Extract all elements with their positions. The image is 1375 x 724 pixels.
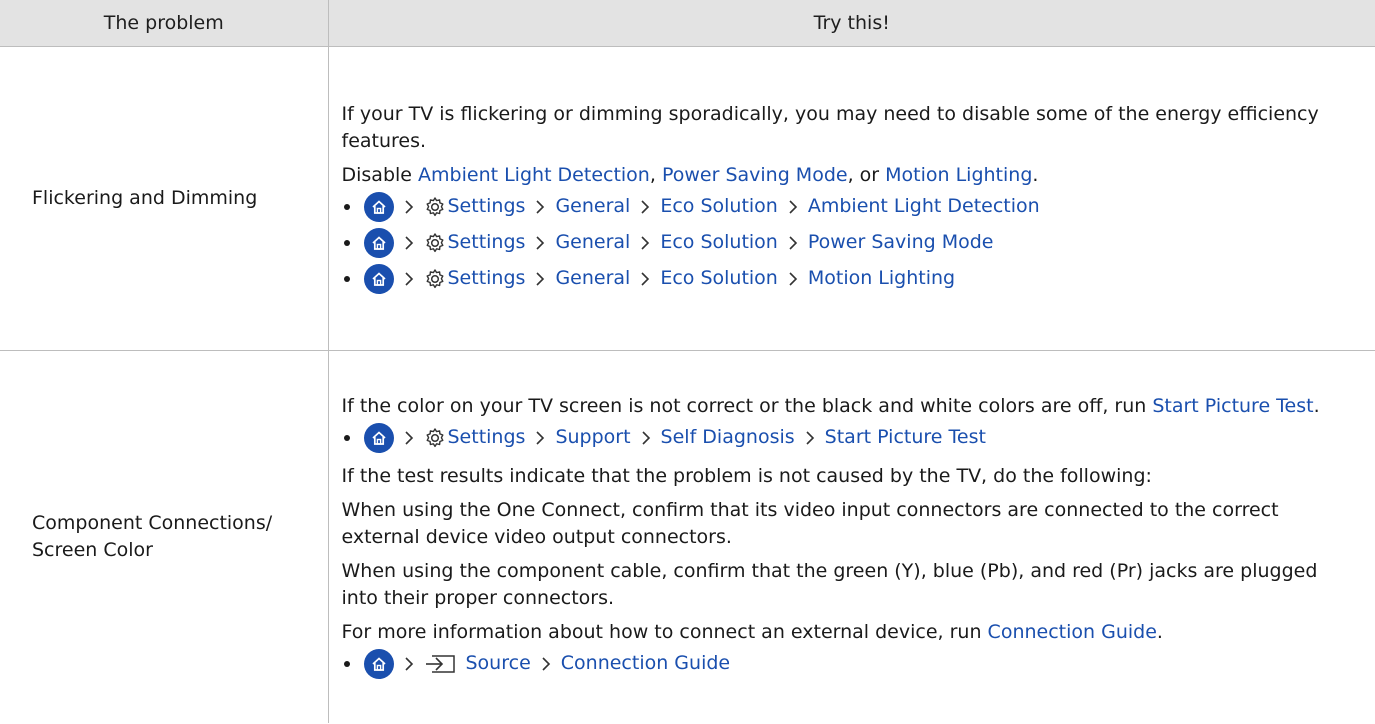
solution-cell: If the color on your TV screen is not co… — [328, 351, 1375, 724]
link-ambient-light-detection[interactable]: Ambient Light Detection — [418, 164, 650, 186]
path-settings[interactable]: Settings — [448, 424, 526, 451]
path-start-picture-test[interactable]: Start Picture Test — [825, 424, 986, 451]
component-cable-text: When using the component cable, confirm … — [341, 559, 1318, 609]
path-settings[interactable]: Settings — [448, 193, 526, 220]
home-icon — [363, 227, 394, 258]
table-row: Flickering and Dimming If your TV is fli… — [0, 46, 1375, 351]
header-problem: The problem — [0, 0, 329, 47]
home-icon — [363, 191, 394, 222]
path-general[interactable]: General — [555, 229, 630, 256]
table-row: Component Connections/ Screen Color If t… — [0, 350, 1375, 724]
chevron-right-icon — [404, 199, 414, 215]
path-source[interactable]: Source — [466, 650, 531, 677]
path-general[interactable]: General — [555, 265, 630, 292]
home-icon — [363, 263, 394, 294]
bullet — [343, 434, 350, 441]
path-settings[interactable]: Settings — [448, 229, 526, 256]
menu-path: Settings General Eco Solution Power Savi… — [342, 225, 1358, 261]
path-self-diagnosis[interactable]: Self Diagnosis — [661, 424, 795, 451]
problem-label-line1: Component Connections/ — [32, 512, 273, 534]
one-connect-text: When using the One Connect, confirm that… — [341, 498, 1279, 548]
gear-icon — [424, 232, 446, 254]
chevron-right-icon — [535, 199, 545, 215]
path-eco-solution[interactable]: Eco Solution — [660, 229, 778, 256]
troubleshooting-table: The problem Try this! Flickering and Dim… — [0, 0, 1375, 723]
gear-icon — [424, 268, 446, 290]
problem-label: Flickering and Dimming — [32, 187, 258, 209]
problem-label-line2: Screen Color — [32, 539, 153, 561]
link-connection-guide[interactable]: Connection Guide — [988, 621, 1157, 643]
chevron-right-icon — [404, 235, 414, 251]
path-target[interactable]: Motion Lighting — [808, 265, 955, 292]
gear-icon — [424, 427, 446, 449]
chevron-right-icon — [788, 235, 798, 251]
chevron-right-icon — [404, 430, 414, 446]
path-connection-guide[interactable]: Connection Guide — [561, 650, 730, 677]
header-try-this: Try this! — [328, 0, 1375, 47]
chevron-right-icon — [404, 271, 414, 287]
disable-text: Disable Ambient Light Detection, Power S… — [341, 163, 1039, 186]
menu-path: Settings General Eco Solution Ambient Li… — [342, 189, 1358, 225]
home-icon — [363, 648, 394, 679]
table-header-row: The problem Try this! — [0, 0, 1375, 47]
chevron-right-icon — [788, 271, 798, 287]
link-motion-lighting[interactable]: Motion Lighting — [885, 164, 1032, 186]
source-icon — [424, 653, 458, 675]
menu-path: Source Connection Guide — [342, 646, 1358, 682]
bullet — [343, 239, 350, 246]
chevron-right-icon — [535, 235, 545, 251]
solution-cell: If your TV is flickering or dimming spor… — [328, 46, 1375, 351]
path-eco-solution[interactable]: Eco Solution — [660, 265, 778, 292]
chevron-right-icon — [805, 430, 815, 446]
link-start-picture-test[interactable]: Start Picture Test — [1152, 395, 1313, 417]
menu-path: Settings Support Self Diagnosis Start Pi… — [342, 420, 1358, 456]
bullet — [343, 275, 350, 282]
test-results-text: If the test results indicate that the pr… — [341, 464, 1152, 487]
bullet — [343, 660, 350, 667]
bullet — [343, 203, 350, 210]
problem-cell: Flickering and Dimming — [0, 46, 329, 351]
chevron-right-icon — [535, 430, 545, 446]
problem-cell: Component Connections/ Screen Color — [0, 350, 329, 723]
intro-text: If your TV is flickering or dimming spor… — [341, 102, 1319, 152]
chevron-right-icon — [788, 199, 798, 215]
menu-path: Settings General Eco Solution Motion Lig… — [342, 261, 1358, 297]
chevron-right-icon — [640, 271, 650, 287]
path-general[interactable]: General — [555, 193, 630, 220]
path-target[interactable]: Power Saving Mode — [808, 229, 994, 256]
chevron-right-icon — [640, 235, 650, 251]
chevron-right-icon — [404, 656, 414, 672]
path-settings[interactable]: Settings — [448, 265, 526, 292]
gear-icon — [424, 196, 446, 218]
path-eco-solution[interactable]: Eco Solution — [660, 193, 778, 220]
link-power-saving-mode[interactable]: Power Saving Mode — [662, 164, 848, 186]
chevron-right-icon — [535, 271, 545, 287]
path-target[interactable]: Ambient Light Detection — [808, 193, 1040, 220]
chevron-right-icon — [641, 430, 651, 446]
more-info-text: For more information about how to connec… — [341, 620, 1163, 643]
chevron-right-icon — [640, 199, 650, 215]
path-support[interactable]: Support — [555, 424, 630, 451]
home-icon — [363, 422, 394, 453]
intro-text: If the color on your TV screen is not co… — [341, 394, 1320, 417]
chevron-right-icon — [541, 656, 551, 672]
